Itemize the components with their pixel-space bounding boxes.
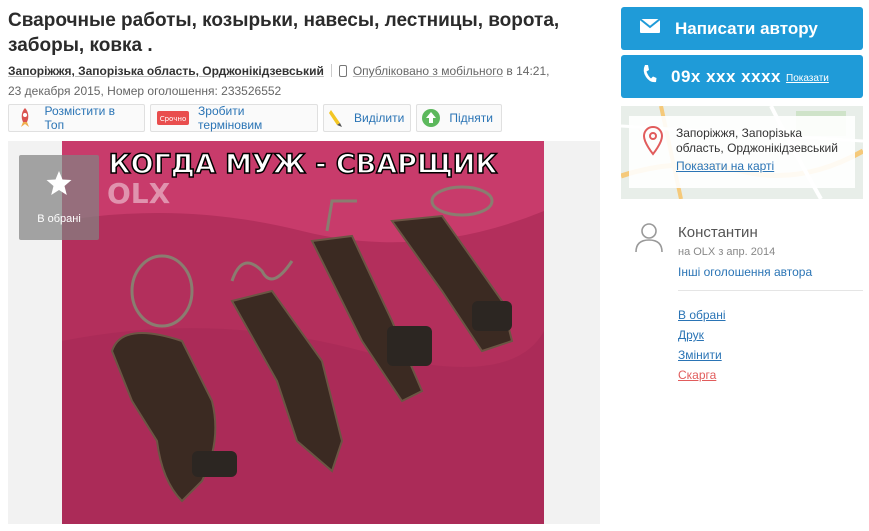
phone-button[interactable]: 09x xxx xxxx Показати [621,55,863,98]
make-urgent-label: Зробити терміновим [198,104,263,132]
date-and-ad-number: 23 декабря 2015, Номер оголошення: 23352… [8,84,282,98]
favorites-link[interactable]: В обрані [678,305,726,325]
other-ads-link[interactable]: Інші оголошення автора [678,265,812,279]
map-address: Запоріжжя, Запорізька область, Орджонікі… [676,126,838,155]
ad-links: В обрані Друк Змінити Скарга [678,305,726,385]
divider [678,290,863,291]
highlight-label: Виділити [354,111,405,125]
show-phone-link[interactable]: Показати [786,73,829,84]
promote-top-label: Розмістити в Топ [44,104,116,132]
map-pin-icon [642,125,664,161]
published-time: в 14:21, [506,64,550,78]
seller-since: на OLX з апр. 2014 [678,246,776,258]
edit-link[interactable]: Змінити [678,345,726,365]
ad-location-link[interactable]: Запоріжжя, Запорізька область, Орджонікі… [8,64,324,78]
add-to-favorites-button[interactable]: В обрані [19,155,99,240]
urgent-badge-text: Срочно [159,115,186,123]
star-icon [45,169,73,200]
map-address-card: Запоріжжя, Запорізька область, Орджонікі… [629,116,855,188]
promo-actions: Розмістити в Топ Срочно Зробити термінов… [8,104,502,132]
divider [330,64,332,77]
envelope-icon [639,18,661,39]
phone-number: 09x xxx xxxx [671,66,781,86]
favorites-label: В обрані [37,213,81,225]
mobile-published-label: Опубліковано з мобільного [352,64,504,78]
user-icon [633,221,665,258]
show-on-map-link[interactable]: Показати на карті [676,159,774,173]
urgent-tag-icon: Срочно [155,107,190,129]
bump-up-label: Підняти [449,111,493,125]
up-arrow-icon [421,107,441,129]
highlight-button[interactable]: Виділити [323,104,411,132]
rocket-icon [13,107,37,129]
bump-up-button[interactable]: Підняти [416,104,502,132]
seller-name: Константин [678,224,758,241]
ad-meta: Запоріжжя, Запорізька область, Орджонікі… [8,61,608,101]
olx-watermark: OLX [107,177,171,210]
write-author-button[interactable]: Написати автору [621,7,863,50]
photo-caption: КОГДА МУЖ - СВАРЩИК [109,149,498,180]
report-link[interactable]: Скарга [678,365,726,385]
print-link[interactable]: Друк [678,325,726,345]
phone-icon [641,64,657,89]
photo-gallery[interactable]: КОГДА МУЖ - СВАРЩИК OLX В обрані [8,141,600,524]
make-urgent-button[interactable]: Срочно Зробити терміновим [150,104,318,132]
location-map[interactable]: Запоріжжя, Запорізька область, Орджонікі… [621,106,863,199]
promote-top-button[interactable]: Розмістити в Топ [8,104,145,132]
write-author-label: Написати автору [675,18,818,38]
ad-photo[interactable]: КОГДА МУЖ - СВАРЩИК OLX [62,141,544,524]
highlighter-icon [328,107,346,129]
ad-title: Сварочные работы, козырьки, навесы, лест… [8,10,560,56]
mobile-phone-icon [338,65,347,77]
